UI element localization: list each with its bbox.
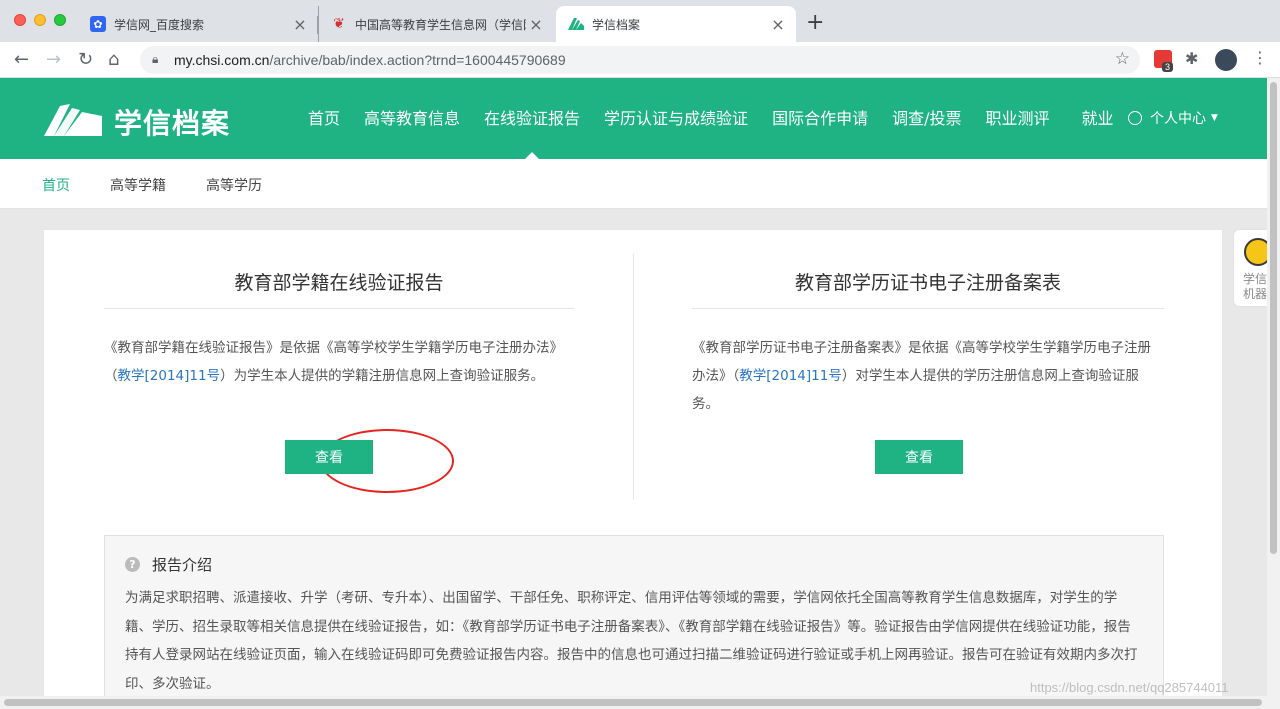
nav-international-cooperation[interactable]: 国际合作申请	[760, 78, 880, 159]
main-nav: 首页 高等教育信息 在线验证报告 学历认证与成绩验证 国际合作申请 调查/投票 …	[296, 78, 1126, 159]
browser-tab[interactable]: ❦ 中国高等教育学生信息网（学信网） ×	[318, 6, 554, 42]
enrollment-report-description: 《教育部学籍在线验证报告》是依据《高等学校学生学籍学历电子注册办法》（教学[20…	[104, 334, 574, 390]
close-icon[interactable]: ×	[768, 15, 788, 34]
horizontal-scrollbar[interactable]	[0, 696, 1267, 709]
divider	[104, 308, 574, 309]
nav-online-verification-report[interactable]: 在线验证报告	[472, 78, 592, 159]
view-degree-record-button[interactable]: 查看	[875, 440, 963, 474]
intro-body: 为满足求职招聘、派遣接收、升学（考研、专升本）、出国留学、干部任免、职称评定、信…	[125, 590, 1138, 692]
subnav-degree[interactable]: 高等学历	[206, 175, 262, 195]
browser-tab-strip: ✿ 学信网_百度搜索 × ❦ 中国高等教育学生信息网（学信网） × 学信档案 ×…	[0, 0, 1280, 42]
subnav-home[interactable]: 首页	[42, 175, 70, 195]
degree-record-description: 《教育部学历证书电子注册备案表》是依据《高等学校学生学籍学历电子注册办法》（教学…	[692, 334, 1164, 418]
report-card: 教育部学籍在线验证报告 《教育部学籍在线验证报告》是依据《高等学校学生学籍学历电…	[43, 229, 1223, 705]
window-zoom-button[interactable]	[54, 14, 66, 26]
robot-widget-label: 学信 机器	[1243, 272, 1267, 302]
user-icon	[1128, 111, 1142, 125]
user-center-label: 个人中心	[1150, 111, 1206, 127]
watermark-text: https://blog.csdn.net/qq285744011	[1030, 680, 1229, 695]
question-icon: ?	[125, 557, 140, 572]
robot-widget-label-line: 学信	[1243, 272, 1268, 286]
nav-degree-certification[interactable]: 学历认证与成绩验证	[592, 78, 760, 159]
regulation-link[interactable]: 教学[2014]11号	[118, 368, 221, 384]
reload-icon[interactable]: ↻	[78, 50, 93, 70]
extension-badge: 3	[1162, 62, 1174, 72]
close-icon[interactable]: ×	[526, 15, 546, 34]
nav-home[interactable]: 首页	[296, 78, 352, 159]
url-path: /archive/bab/index.action?trnd=160044579…	[269, 52, 566, 68]
column-divider	[633, 254, 634, 500]
menu-kebab-icon[interactable]: ⋮	[1252, 48, 1268, 67]
scrollbar-thumb[interactable]	[4, 699, 1262, 706]
chsi-flame-icon: ❦	[333, 16, 345, 32]
nav-higher-education-info[interactable]: 高等教育信息	[352, 78, 472, 159]
caret-down-icon: ▼	[1211, 113, 1218, 123]
browser-tab-active[interactable]: 学信档案 ×	[556, 6, 796, 42]
enrollment-report-title: 教育部学籍在线验证报告	[234, 272, 444, 294]
window-close-button[interactable]	[14, 14, 26, 26]
url-bar[interactable]: 🔒︎ my.chsi.com.cn/archive/bab/index.acti…	[140, 46, 1140, 74]
address-toolbar: ← → ↻ ⌂ 🔒︎ my.chsi.com.cn/archive/bab/in…	[0, 42, 1280, 78]
new-tab-icon[interactable]: +	[806, 12, 824, 34]
close-icon[interactable]: ×	[290, 15, 310, 34]
back-arrow-icon[interactable]: ←	[14, 50, 29, 70]
report-intro-box: ? 报告介绍 为满足求职招聘、派遣接收、升学（考研、专升本）、出国留学、干部任免…	[104, 535, 1164, 705]
xuexin-archive-icon	[568, 16, 584, 32]
scrollbar-thumb[interactable]	[1270, 82, 1277, 554]
site-logo-text[interactable]: 学信档案	[114, 102, 230, 142]
url-text: my.chsi.com.cn/archive/bab/index.action?…	[174, 52, 566, 68]
bookmark-star-icon[interactable]: ☆	[1115, 49, 1130, 69]
regulation-link[interactable]: 教学[2014]11号	[739, 368, 842, 384]
vertical-scrollbar[interactable]	[1267, 78, 1280, 709]
extensions-puzzle-icon[interactable]: ✱	[1185, 49, 1198, 68]
baidu-paw-icon: ✿	[90, 16, 106, 32]
view-enrollment-report-button[interactable]: 查看	[285, 440, 373, 474]
profile-avatar[interactable]	[1215, 49, 1237, 71]
user-center-menu[interactable]: 个人中心 ▼	[1128, 108, 1218, 128]
tab-title: 中国高等教育学生信息网（学信网）	[355, 17, 526, 32]
url-host: my.chsi.com.cn	[174, 52, 270, 68]
robot-widget-label-line: 机器	[1243, 287, 1268, 301]
browser-tab[interactable]: ✿ 学信网_百度搜索 ×	[78, 6, 318, 42]
nav-survey-vote[interactable]: 调查/投票	[880, 78, 973, 159]
intro-heading-text: 报告介绍	[152, 556, 213, 574]
tab-title: 学信网_百度搜索	[114, 17, 205, 32]
nav-employment[interactable]: 就业	[1070, 78, 1126, 159]
tab-title: 学信档案	[592, 17, 641, 32]
nav-career-assessment[interactable]: 职业测评	[973, 78, 1061, 159]
desc-text: ）为学生本人提供的学籍注册信息网上查询验证服务。	[220, 368, 545, 384]
degree-record-title: 教育部学历证书电子注册备案表	[794, 272, 1061, 294]
lock-icon[interactable]: 🔒︎	[152, 52, 158, 67]
sub-nav: 首页 高等学籍 高等学历	[0, 159, 1267, 209]
home-icon[interactable]: ⌂	[108, 50, 119, 70]
site-header: 学信档案 首页 高等教育信息 在线验证报告 学历认证与成绩验证 国际合作申请 调…	[0, 78, 1267, 159]
subnav-enrollment[interactable]: 高等学籍	[110, 175, 166, 195]
xuexin-logo-icon[interactable]	[42, 100, 104, 138]
window-minimize-button[interactable]	[34, 14, 46, 26]
divider	[692, 308, 1164, 309]
forward-arrow-icon[interactable]: →	[46, 50, 61, 70]
intro-heading: ? 报告介绍	[125, 554, 212, 575]
